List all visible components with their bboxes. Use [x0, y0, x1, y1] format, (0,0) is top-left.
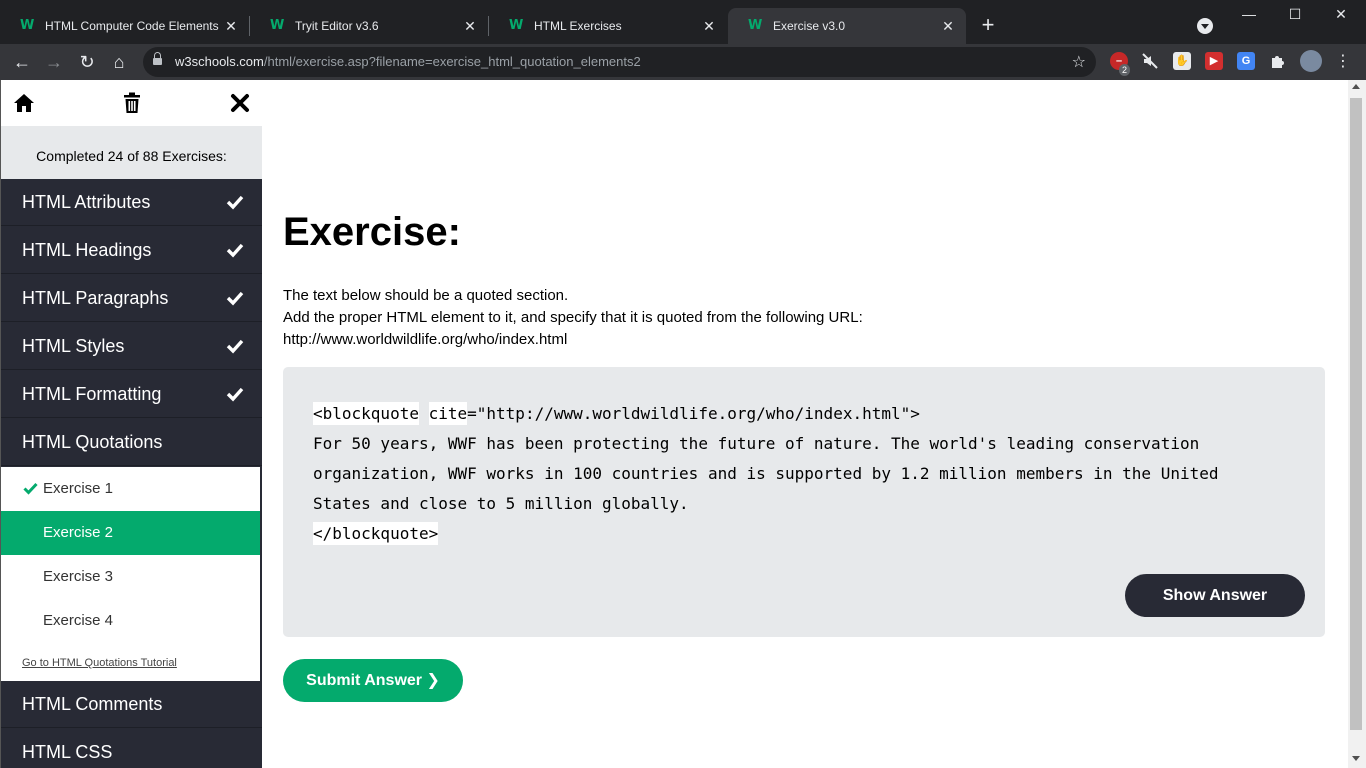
sidebar-item-css[interactable]: HTML CSS: [1, 729, 262, 768]
scroll-down-icon[interactable]: [1352, 756, 1360, 761]
code-line: organization, WWF works in 100 countries…: [313, 464, 1219, 483]
exercise-item-2[interactable]: Exercise 2: [1, 511, 260, 555]
attribute-input[interactable]: cite: [428, 402, 468, 425]
sidebar-item-comments[interactable]: HTML Comments: [1, 681, 262, 728]
more-menu-icon[interactable]: ⋮: [1331, 50, 1355, 74]
exercise-label: Exercise 3: [43, 568, 114, 585]
browser-toolbar: ← → ↻ ⌂ w3schools.com/html/exercise.asp?…: [0, 44, 1366, 80]
page-title: Exercise:: [283, 210, 461, 254]
home-icon[interactable]: [12, 91, 36, 115]
exercise-item-3[interactable]: Exercise 3: [1, 555, 260, 599]
close-tab-icon[interactable]: ✕: [223, 18, 239, 34]
home-icon[interactable]: ⌂: [107, 50, 131, 74]
w3schools-favicon: W: [270, 18, 285, 33]
exercise-instructions: The text below should be a quoted sectio…: [283, 285, 863, 351]
browser-tab-bar: W HTML Computer Code Elements ✕ W Tryit …: [0, 0, 1366, 44]
sidebar-item-label: HTML Styles: [22, 336, 125, 356]
sidebar-item-label: HTML Formatting: [22, 384, 162, 404]
submit-answer-button[interactable]: Submit Answer ❯: [283, 659, 463, 702]
tab-title: HTML Computer Code Elements: [45, 19, 219, 33]
bookmark-star-icon[interactable]: ☆: [1072, 52, 1086, 72]
hand-extension-icon[interactable]: ✋: [1173, 52, 1191, 70]
tab-search-icon[interactable]: [1197, 18, 1213, 34]
sidebar-item-formatting[interactable]: HTML Formatting: [1, 371, 262, 418]
maximize-icon[interactable]: ☐: [1280, 6, 1310, 23]
show-answer-button[interactable]: Show Answer: [1125, 574, 1305, 617]
minimize-icon[interactable]: —: [1234, 6, 1264, 22]
sidebar-item-label: HTML Paragraphs: [22, 288, 169, 308]
sidebar-toolbar: [1, 80, 262, 126]
new-tab-icon[interactable]: +: [976, 14, 1000, 38]
w3schools-favicon: W: [20, 18, 35, 33]
attribute-value: ="http://www.worldwildlife.org/who/index…: [467, 404, 920, 423]
sidebar-item-paragraphs[interactable]: HTML Paragraphs: [1, 275, 262, 322]
tutorial-link-row: Go to HTML Quotations Tutorial: [1, 643, 260, 681]
close-window-icon[interactable]: ✕: [1326, 6, 1356, 23]
code-line: </blockquote>: [313, 519, 1218, 549]
tutorial-link[interactable]: Go to HTML Quotations Tutorial: [22, 657, 177, 669]
instruction-line: The text below should be a quoted sectio…: [283, 287, 569, 304]
reload-icon[interactable]: ↻: [75, 50, 99, 74]
code-line: <blockquote cite="http://www.worldwildli…: [313, 399, 1218, 429]
exercise-item-4[interactable]: Exercise 4: [1, 599, 260, 643]
forward-icon[interactable]: →: [42, 50, 66, 74]
code-exercise-box: <blockquote cite="http://www.worldwildli…: [283, 367, 1325, 637]
instruction-line: http://www.worldwildlife.org/who/index.h…: [283, 331, 568, 348]
sidebar-item-attributes[interactable]: HTML Attributes: [1, 179, 262, 226]
checkmark-icon: [226, 339, 244, 354]
close-icon[interactable]: [228, 91, 252, 115]
checkmark-icon: [226, 243, 244, 258]
code-block: <blockquote cite="http://www.worldwildli…: [313, 399, 1218, 549]
exercise-label: Exercise 2: [43, 524, 114, 541]
exercise-item-1[interactable]: Exercise 1: [1, 467, 260, 511]
open-tag-input[interactable]: <blockquote: [313, 402, 419, 425]
code-line: States and close to 5 million globally.: [313, 494, 689, 513]
close-tab-icon[interactable]: ✕: [462, 18, 478, 34]
url-text: w3schools.com/html/exercise.asp?filename…: [175, 54, 641, 69]
browser-tab-2[interactable]: W Tryit Editor v3.6 ✕: [250, 8, 488, 44]
browser-tab-active[interactable]: W Exercise v3.0 ✕: [728, 8, 966, 44]
tab-title: Tryit Editor v3.6: [295, 19, 379, 33]
exercise-label: Exercise 4: [43, 612, 114, 629]
sidebar-item-label: HTML Headings: [22, 240, 152, 260]
code-line: For 50 years, WWF has been protecting th…: [313, 434, 1200, 453]
extension-badge: 2: [1119, 64, 1131, 76]
close-tab-icon[interactable]: ✕: [940, 18, 956, 34]
trash-icon[interactable]: [120, 91, 144, 115]
w3schools-favicon: W: [748, 18, 763, 33]
exercise-label: Exercise 1: [43, 480, 114, 497]
checkmark-icon: [23, 482, 38, 495]
browser-tab-1[interactable]: W HTML Computer Code Elements ✕: [0, 8, 249, 44]
checkmark-icon: [226, 195, 244, 210]
video-extension-icon[interactable]: ▶: [1205, 52, 1223, 70]
w3schools-favicon: W: [509, 18, 524, 33]
address-bar[interactable]: w3schools.com/html/exercise.asp?filename…: [143, 47, 1096, 77]
exercise-sidebar: Completed 24 of 88 Exercises: HTML Attri…: [0, 80, 262, 768]
lock-icon: [153, 52, 162, 66]
tab-title: Exercise v3.0: [773, 19, 846, 33]
sidebar-item-styles[interactable]: HTML Styles: [1, 323, 262, 370]
close-tab-icon[interactable]: ✕: [701, 18, 717, 34]
tab-title: HTML Exercises: [534, 19, 622, 33]
sidebar-item-quotations[interactable]: HTML Quotations: [1, 419, 262, 466]
scroll-up-icon[interactable]: [1352, 84, 1360, 89]
sidebar-item-label: HTML Attributes: [22, 192, 151, 212]
scrollbar-thumb[interactable]: [1350, 98, 1362, 730]
browser-tab-3[interactable]: W HTML Exercises ✕: [489, 8, 727, 44]
sidebar-item-label: HTML Comments: [22, 694, 163, 714]
translate-extension-icon[interactable]: G: [1237, 52, 1255, 70]
mute-extension-icon[interactable]: [1141, 52, 1159, 70]
sidebar-item-label: HTML CSS: [22, 742, 113, 762]
back-icon[interactable]: ←: [10, 50, 34, 74]
profile-avatar[interactable]: [1300, 50, 1322, 72]
puzzle-extensions-icon[interactable]: [1269, 52, 1287, 70]
checkmark-icon: [226, 387, 244, 402]
completed-count: Completed 24 of 88 Exercises:: [1, 126, 262, 179]
close-tag-input[interactable]: </blockquote>: [313, 522, 439, 545]
sidebar-item-label: HTML Quotations: [22, 432, 163, 452]
sidebar-item-headings[interactable]: HTML Headings: [1, 227, 262, 274]
exercise-main: Exercise: The text below should be a quo…: [262, 80, 1348, 768]
checkmark-icon: [226, 291, 244, 306]
instruction-line: Add the proper HTML element to it, and s…: [283, 309, 863, 326]
